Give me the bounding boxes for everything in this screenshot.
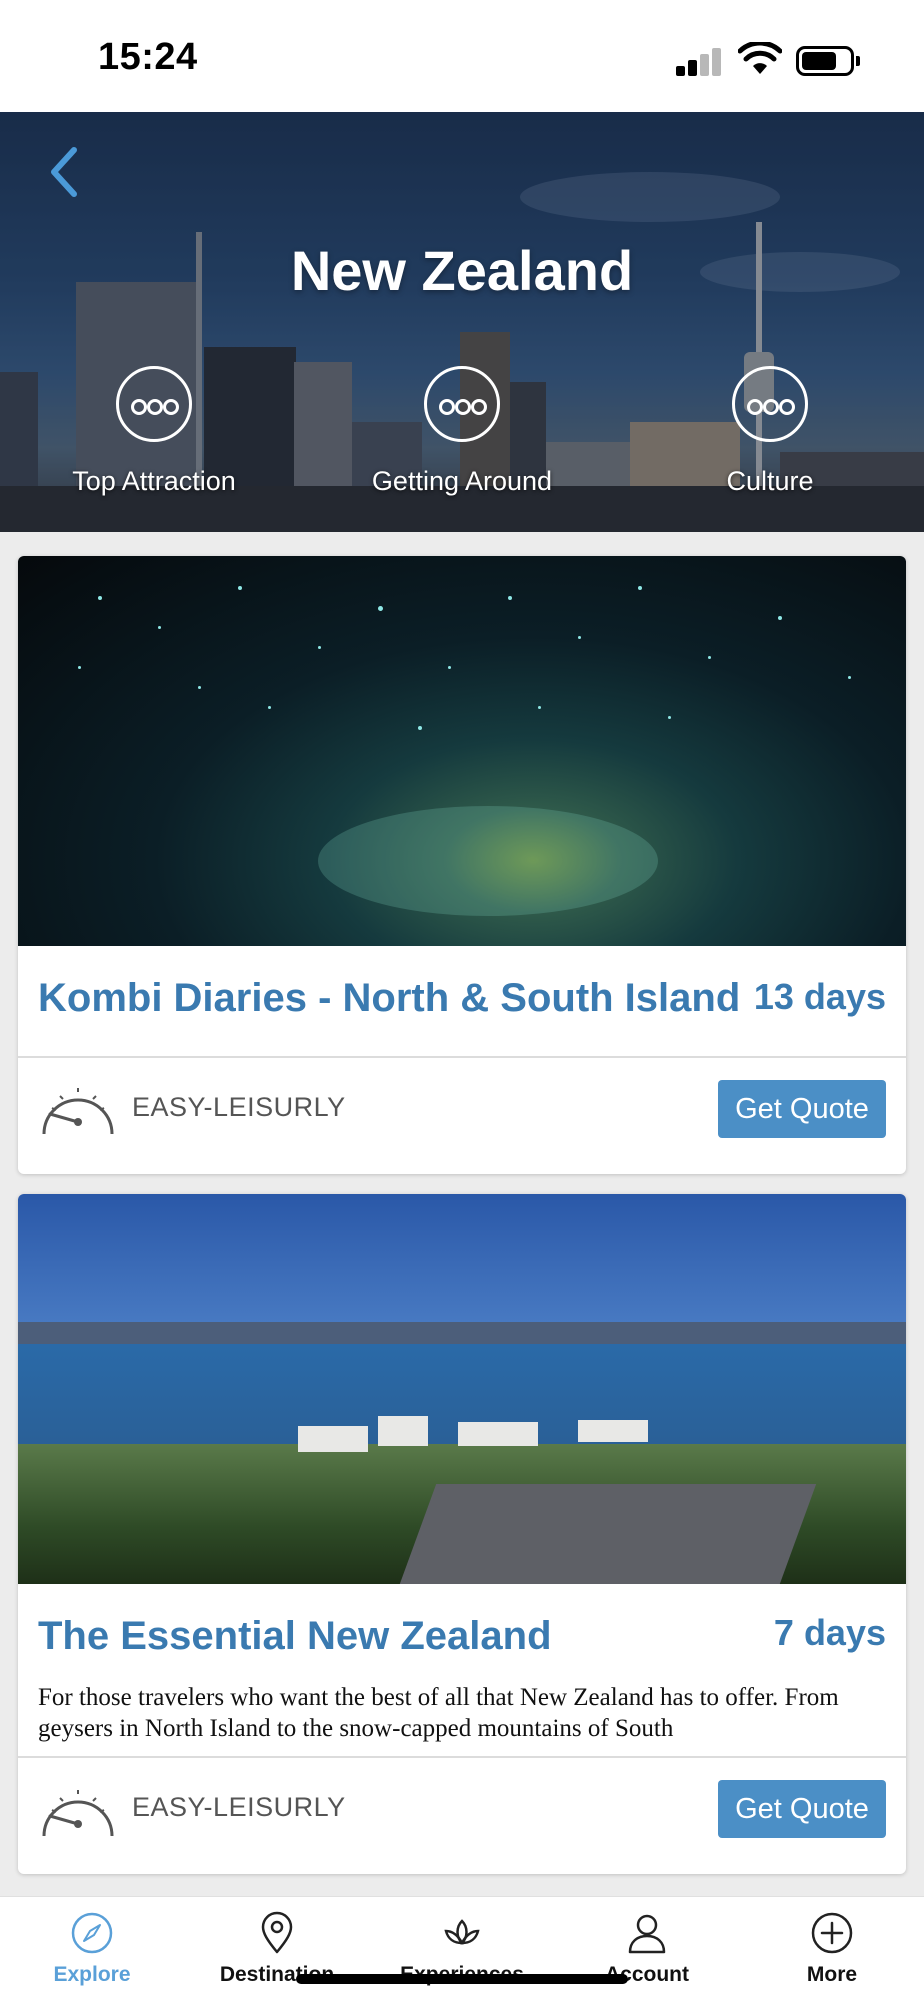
category-label: Top Attraction [72,466,236,496]
trip-image-wellington-harbour [18,1194,906,1584]
status-bar: 15:24 [0,0,924,112]
more-dots-icon [116,366,192,442]
lotus-icon [444,1919,480,1945]
get-quote-button[interactable]: Get Quote [718,1780,886,1838]
tab-destination[interactable]: Destination [185,1897,369,2000]
battery-icon [796,46,860,76]
tab-label: More [806,1963,858,1986]
trip-description: For those travelers who want the best of… [38,1684,839,1742]
compass-icon [71,1912,113,1954]
difficulty-level: EASY-LEISURLY [132,1792,346,1822]
trip-title[interactable]: The Essential New Zealand [38,1614,552,1659]
trip-title[interactable]: Kombi Diaries - North & South Island [38,976,740,1021]
page-title: New Zealand [290,239,634,302]
category-label: Getting Around [371,466,553,496]
tab-account[interactable]: Account [555,1897,739,2000]
get-quote-button[interactable]: Get Quote [718,1080,886,1138]
category-top-attraction[interactable]: Top Attraction [34,366,274,516]
tab-experiences[interactable]: Experiences [370,1897,554,2000]
difficulty-level: EASY-LEISURLY [132,1092,346,1122]
divider [18,1056,906,1058]
divider [18,1756,906,1758]
category-getting-around[interactable]: Getting Around [342,366,582,516]
status-time: 15:24 [98,36,198,78]
tab-label: Explore [53,1963,131,1986]
speedometer-icon [42,1790,114,1837]
tab-explore[interactable]: Explore [0,1897,184,2000]
more-dots-icon [424,366,500,442]
plus-circle-icon [811,1912,853,1954]
trip-image-glowworm-cave [18,556,906,946]
cellular-signal-icon [676,46,722,76]
back-arrow-icon[interactable] [40,142,90,202]
map-pin-icon [261,1911,293,1954]
destination-header: New Zealand Top Attraction Getting Aroun… [0,112,924,532]
user-icon [628,1914,666,1954]
trip-card[interactable]: Kombi Diaries - North & South Island 13 … [18,556,906,1174]
category-culture[interactable]: Culture [650,366,890,516]
wifi-icon [738,42,782,74]
more-dots-icon [732,366,808,442]
tab-more[interactable]: More [740,1897,924,2000]
home-indicator[interactable] [296,1974,628,1984]
trip-duration: 13 days [753,976,886,1017]
category-label: Culture [726,466,814,496]
trip-duration: 7 days [773,1612,886,1653]
trip-card[interactable]: The Essential New Zealand 7 days For tho… [18,1194,906,1874]
bottom-tab-bar: Explore Destination Experiences Account … [0,1896,924,2000]
speedometer-icon [42,1088,114,1135]
